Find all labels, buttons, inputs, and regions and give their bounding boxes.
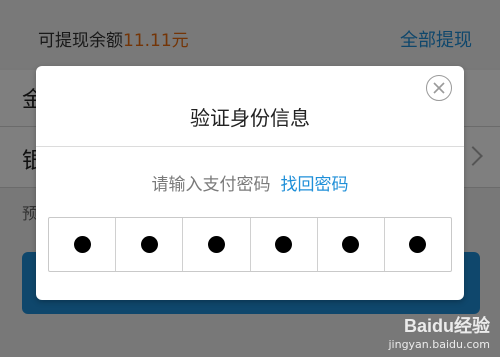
close-icon	[433, 82, 445, 94]
watermark: Baidu经验 jingyan.baidu.com	[388, 316, 490, 351]
pin-input[interactable]	[48, 217, 452, 272]
pin-dot-icon	[409, 236, 427, 253]
password-prompt: 请输入支付密码 找回密码	[36, 170, 464, 195]
pin-dot-icon	[342, 236, 360, 253]
pin-dot-icon	[140, 236, 158, 253]
forgot-password-link[interactable]: 找回密码	[281, 175, 349, 195]
pin-cell	[385, 218, 451, 271]
pin-dot-icon	[73, 236, 91, 253]
pin-cell	[318, 218, 385, 271]
pin-dot-icon	[207, 236, 225, 253]
pin-cell	[49, 218, 117, 271]
pin-cell	[183, 218, 251, 271]
password-prompt-text: 请输入支付密码	[151, 175, 271, 195]
watermark-logo: Baidu经验	[403, 316, 490, 337]
pin-cell	[251, 218, 318, 271]
dialog-divider	[36, 146, 464, 147]
pin-cell	[116, 218, 184, 271]
watermark-url: jingyan.baidu.com	[388, 337, 490, 351]
dialog-title: 验证身份信息	[190, 106, 310, 130]
pin-dot-icon	[275, 236, 293, 253]
close-button[interactable]	[426, 75, 452, 101]
verify-identity-dialog: 验证身份信息 请输入支付密码 找回密码	[36, 66, 464, 300]
